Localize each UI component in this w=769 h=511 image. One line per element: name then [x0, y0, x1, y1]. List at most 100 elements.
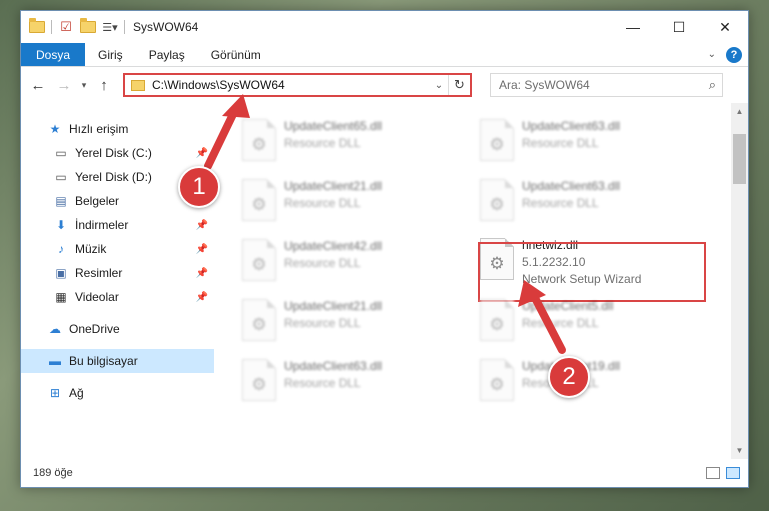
file-description: Resource DLL — [284, 256, 361, 270]
folder-icon — [131, 79, 145, 91]
sidebar-item-downloads[interactable]: ⬇ İndirmeler 📌 — [21, 213, 214, 237]
gear-icon: ⚙ — [489, 195, 505, 214]
sidebar-item-this-pc[interactable]: ▬ Bu bilgisayar — [21, 349, 214, 373]
sidebar-item-quick-access[interactable]: ★ Hızlı erişim — [21, 117, 214, 141]
dll-file-icon: ⚙ — [242, 299, 276, 341]
search-input[interactable]: Ara: SysWOW64 ⌕ — [490, 73, 723, 97]
sidebar-item-network[interactable]: ⊞ Ağ — [21, 381, 214, 405]
sidebar-item-pictures[interactable]: ▣ Resimler 📌 — [21, 261, 214, 285]
file-name: UpdateClient65.dll — [284, 119, 383, 133]
ribbon-tabs: Dosya Giriş Paylaş Görünüm ⌄ ? — [21, 43, 748, 67]
sidebar-item-local-disk-c[interactable]: ▭ Yerel Disk (C:) 📌 — [21, 141, 214, 165]
sidebar-item-label: İndirmeler — [75, 218, 129, 232]
vertical-scrollbar[interactable]: ▲ ▼ — [731, 103, 748, 459]
documents-icon: ▤ — [55, 194, 67, 208]
refresh-button[interactable]: ↻ — [448, 75, 470, 95]
chevron-down-icon[interactable]: ⌄ — [430, 80, 448, 91]
star-icon: ★ — [49, 122, 61, 136]
computer-icon: ▬ — [49, 354, 61, 368]
sidebar-item-music[interactable]: ♪ Müzik 📌 — [21, 237, 214, 261]
file-item[interactable]: ⚙ UpdateClient42.dll Resource DLL — [238, 235, 466, 291]
music-icon: ♪ — [58, 242, 64, 256]
tab-view[interactable]: Görünüm — [198, 43, 274, 66]
maximize-button[interactable]: ☐ — [656, 11, 702, 43]
gear-icon: ⚙ — [251, 135, 267, 154]
title-bar: ☑ ☰▾ SysWOW64 — ☐ ✕ — [21, 11, 748, 43]
file-item[interactable]: ⚙ UpdateClient63.dll Resource DLL — [476, 175, 704, 231]
back-button[interactable]: ← — [25, 72, 51, 98]
scrollbar-thumb[interactable] — [733, 134, 746, 184]
file-item[interactable]: ⚙ UpdateClient19.dllResource DLL — [476, 355, 704, 411]
pictures-icon: ▣ — [55, 266, 67, 280]
gear-icon: ⚙ — [489, 315, 505, 334]
navigation-bar: ← → ▾ ↑ C:\Windows\SysWOW64 ⌄ ↻ Ara: Sys… — [21, 67, 748, 103]
new-folder-icon[interactable] — [80, 18, 96, 35]
sidebar-item-label: Belgeler — [75, 194, 120, 208]
dll-file-icon: ⚙ — [242, 239, 276, 281]
search-placeholder: Ara: SysWOW64 — [499, 78, 590, 92]
up-button[interactable]: ↑ — [91, 72, 117, 98]
help-icon[interactable]: ? — [726, 46, 742, 63]
file-name: UpdateClient5.dll — [522, 299, 614, 313]
gear-icon: ⚙ — [489, 375, 505, 394]
divider — [124, 20, 125, 34]
pin-icon: 📌 — [195, 243, 208, 255]
tab-home[interactable]: Giriş — [85, 43, 136, 66]
tab-share[interactable]: Paylaş — [136, 43, 198, 66]
file-name: UpdateClient21.dll — [284, 299, 383, 313]
pin-icon: 📌 — [195, 267, 208, 279]
file-description: Resource DLL — [284, 196, 361, 210]
recent-locations-button[interactable]: ▾ — [77, 72, 91, 98]
file-item[interactable]: ⚙ UpdateClient65.dll Resource DLL — [238, 115, 466, 171]
sidebar-item-label: Yerel Disk (C:) — [75, 146, 152, 160]
file-item[interactable]: ⚙ UpdateClient21.dll Resource DLL — [238, 295, 466, 351]
dll-file-icon: ⚙ — [480, 119, 514, 161]
explorer-window: ☑ ☰▾ SysWOW64 — ☐ ✕ Dosya Giriş Paylaş G… — [20, 10, 749, 488]
file-description: Resource DLL — [284, 136, 361, 150]
tiles-view-icon[interactable] — [726, 467, 740, 479]
sidebar-item-label: Videolar — [75, 290, 119, 304]
file-name: UpdateClient63.dll — [522, 179, 621, 193]
gear-icon: ⚙ — [251, 315, 267, 334]
file-item[interactable]: ⚙ UpdateClient63.dll Resource DLL — [238, 355, 466, 411]
annotation-badge-1: 1 — [178, 166, 220, 208]
search-icon: ⌕ — [708, 77, 716, 92]
quick-access-toolbar: ☑ ☰▾ — [21, 18, 125, 35]
annotation-badge-2: 2 — [548, 356, 590, 398]
file-list: ⚙ UpdateClient65.dll Resource DLL ⚙ Updat… — [214, 103, 748, 459]
file-item[interactable]: ⚙ UpdateClient21.dll Resource DLL — [238, 175, 466, 231]
file-name: UpdateClient63.dll — [284, 359, 383, 373]
properties-icon[interactable]: ☑ — [58, 19, 74, 35]
sidebar-item-label: Bu bilgisayar — [69, 354, 138, 368]
address-bar[interactable]: C:\Windows\SysWOW64 ⌄ ↻ — [123, 73, 472, 97]
customize-toolbar-icon[interactable]: ☰▾ — [102, 19, 118, 35]
ribbon-right: ⌄ ? — [708, 43, 748, 66]
dll-file-icon: ⚙ — [242, 359, 276, 401]
file-item[interactable]: ⚙ UpdateClient63.dll Resource DLL — [476, 115, 704, 171]
sidebar-item-videos[interactable]: ▦ Videolar 📌 — [21, 285, 214, 309]
status-bar: 189 öğe — [21, 459, 748, 487]
sidebar-item-onedrive[interactable]: ☁ OneDrive — [21, 317, 214, 341]
minimize-button[interactable]: — — [610, 11, 656, 43]
address-path[interactable]: C:\Windows\SysWOW64 — [152, 78, 285, 92]
close-button[interactable]: ✕ — [702, 11, 748, 43]
gear-icon: ⚙ — [251, 195, 267, 214]
forward-button[interactable]: → — [51, 72, 77, 98]
details-view-icon[interactable] — [706, 467, 720, 479]
dll-file-icon: ⚙ — [480, 359, 514, 401]
scroll-up-arrow-icon[interactable]: ▲ — [731, 103, 748, 120]
dll-file-icon: ⚙ — [242, 179, 276, 221]
file-description: Resource DLL — [522, 196, 599, 210]
sidebar-item-label: OneDrive — [69, 322, 120, 336]
file-item[interactable]: ⚙ UpdateClient5.dll Resource DLL — [476, 295, 704, 351]
divider — [51, 20, 52, 34]
scroll-down-arrow-icon[interactable]: ▼ — [731, 442, 748, 459]
dll-file-icon: ⚙ — [480, 179, 514, 221]
folder-icon — [29, 18, 45, 35]
window-controls: — ☐ ✕ — [610, 11, 748, 43]
file-description: Resource DLL — [284, 376, 361, 390]
tab-file[interactable]: Dosya — [21, 43, 86, 66]
pin-icon: 📌 — [195, 147, 208, 159]
chevron-down-icon[interactable]: ⌄ — [708, 49, 716, 60]
sidebar-item-label: Hızlı erişim — [69, 122, 129, 136]
